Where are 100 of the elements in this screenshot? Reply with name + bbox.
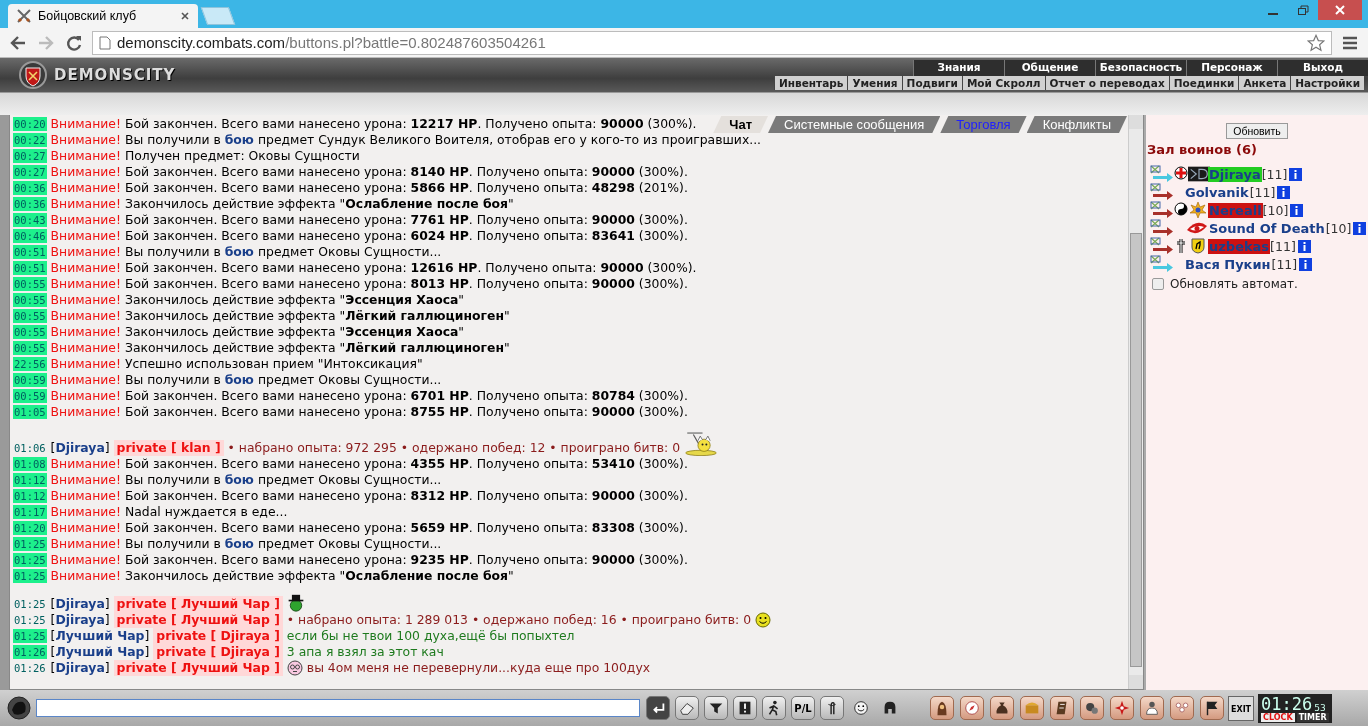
player-level: [11]: [1249, 184, 1276, 200]
bookmark-star-icon[interactable]: [1307, 33, 1325, 52]
battle-link[interactable]: бою: [224, 372, 254, 388]
info-icon[interactable]: [1299, 257, 1313, 271]
sender-name[interactable]: [Djiraya]: [50, 612, 110, 628]
player-level: [11]: [1271, 256, 1298, 272]
clock-tab[interactable]: CLOCK: [1261, 712, 1295, 722]
message-text: Успешно использован прием "Интоксикация": [124, 356, 423, 372]
sender-name[interactable]: [Djiraya]: [50, 596, 110, 612]
page-icon: [99, 35, 111, 50]
info-icon[interactable]: [1277, 185, 1291, 199]
refresh-button[interactable]: Обновить: [1226, 123, 1288, 139]
message-input[interactable]: [36, 699, 640, 717]
message-text: Вы получили в: [124, 536, 221, 552]
message-text: если бы не твои 100 духа,ещё бы попыхтел: [286, 628, 575, 644]
message-text: Бой закончен. Всего вами нанесено урона: 12616 HP. Получено опыта: 90000 (300%).: [124, 260, 697, 276]
treasure-chest-button[interactable]: [1020, 696, 1044, 720]
chat-tab[interactable]: Чат: [713, 116, 768, 133]
hooded-figure-button[interactable]: [930, 696, 954, 720]
chat-tab[interactable]: Конфликты: [1026, 116, 1127, 133]
submenu-link[interactable]: Настройки: [1290, 76, 1364, 90]
player-name[interactable]: Golvanik: [1184, 184, 1250, 200]
person-button[interactable]: [1140, 696, 1164, 720]
cross-icon: [1174, 238, 1187, 254]
sender-name[interactable]: [Лучший Чар]: [50, 628, 150, 644]
gears-button[interactable]: [1080, 696, 1104, 720]
clock-seconds: 53: [1314, 702, 1326, 713]
exit-button[interactable]: EXIT: [1228, 695, 1255, 721]
scrollbar[interactable]: [1128, 115, 1143, 689]
timestamp: 01:17: [13, 505, 47, 519]
submenu-link[interactable]: Поединки: [1168, 76, 1239, 90]
battle-link[interactable]: бою: [224, 132, 254, 148]
scroll-button[interactable]: [1050, 696, 1074, 720]
timestamp: 00:27: [13, 165, 47, 179]
minimize-icon: [1268, 13, 1278, 15]
money-bag-button[interactable]: [990, 696, 1014, 720]
walking-man-button[interactable]: [762, 696, 786, 720]
browser-tab[interactable]: Бойцовский клуб: [8, 4, 198, 28]
sender-name[interactable]: [Djiraya]: [50, 660, 110, 676]
notice-button[interactable]: [733, 696, 757, 720]
message-text: Вы получили в: [124, 472, 221, 488]
submenu-link[interactable]: Анкета: [1238, 76, 1291, 90]
group-button[interactable]: [1170, 696, 1194, 720]
chat-tab[interactable]: Системные сообщения: [768, 116, 941, 133]
compass-icon: [963, 699, 981, 717]
url-text[interactable]: demonscity.combats.com/buttons.pl?battle=0.802487603504261: [117, 34, 546, 51]
info-icon[interactable]: [1297, 239, 1311, 253]
eye-icon: [1186, 220, 1208, 236]
close-icon: [1334, 4, 1346, 16]
info-icon[interactable]: [1353, 221, 1367, 235]
submenu-link[interactable]: Умения: [847, 76, 902, 90]
timestamp: 00:59: [13, 389, 47, 403]
timestamp: 01:25: [13, 613, 47, 627]
message-text: предмет Оковы Сущности...: [257, 372, 442, 388]
message-text: 3 апа я взял за этот кач: [286, 644, 444, 660]
timestamp: 22:56: [13, 357, 47, 371]
sender-name[interactable]: [Djiraya]: [50, 440, 110, 456]
close-button[interactable]: [1318, 0, 1362, 20]
player-name[interactable]: Sound Of Death: [1208, 220, 1326, 236]
alert-label: Внимание!: [50, 340, 121, 356]
shuriken-button[interactable]: [1110, 696, 1134, 720]
submenu-link[interactable]: Подвиги: [901, 76, 962, 90]
palm-button[interactable]: [820, 696, 844, 720]
message-text: Бой закончен. Всего вами нанесено урона: 7761 HP. Получено опыта: 90000 (300%).: [124, 212, 688, 228]
player-name[interactable]: Djiraya: [1208, 166, 1262, 182]
alert-label: Внимание!: [50, 196, 121, 212]
timer-tab[interactable]: TIMER: [1296, 712, 1329, 722]
chat-head-icon[interactable]: [6, 696, 32, 720]
alert-label: Внимание!: [50, 164, 121, 180]
address-field[interactable]: demonscity.combats.com/buttons.pl?battle=0.802487603504261: [92, 30, 1332, 55]
message-text: Nadal нуждается в еде...: [124, 504, 288, 520]
pl-button[interactable]: P/L: [791, 696, 815, 720]
close-tab-icon[interactable]: [180, 11, 190, 21]
sender-name[interactable]: [Лучший Чар]: [50, 644, 150, 660]
player-name[interactable]: Вася Пукин: [1184, 256, 1272, 272]
smiley-icon: [755, 612, 772, 628]
filter-button[interactable]: [704, 696, 728, 720]
site-logo[interactable]: DEMONSCITY: [54, 66, 176, 84]
enter-button[interactable]: [646, 696, 670, 720]
battle-link[interactable]: бою: [224, 244, 254, 260]
checkbox[interactable]: [1152, 278, 1164, 290]
message-text: • набрано опыта: 1 289 013 • одержано побед: 16 • проиграно битв: 0: [286, 612, 752, 628]
battle-link[interactable]: бою: [224, 536, 254, 552]
sun-emblem-icon: [1190, 202, 1206, 218]
message-text: Вы получили в: [124, 372, 221, 388]
info-icon[interactable]: [1289, 167, 1303, 181]
compass-button[interactable]: [960, 696, 984, 720]
eraser-button[interactable]: [675, 696, 699, 720]
submenu-link[interactable]: Мой Скролл: [961, 76, 1045, 90]
submenu-link[interactable]: Инвентарь: [774, 76, 848, 90]
checkbox-label[interactable]: Обновлять автомат.: [1170, 277, 1298, 291]
alert-label: Внимание!: [50, 324, 121, 340]
timestamp: 01:08: [13, 457, 47, 471]
info-icon[interactable]: [1290, 203, 1304, 217]
timestamp: 01:06: [13, 441, 47, 455]
battle-link[interactable]: бою: [224, 472, 254, 488]
flag-button[interactable]: [1200, 696, 1224, 720]
alert-label: Внимание!: [50, 388, 121, 404]
submenu-link[interactable]: Отчет о переводах: [1044, 76, 1169, 90]
message-text: Бой закончен. Всего вами нанесено урона: 8312 HP. Получено опыта: 90000 (300%).: [124, 488, 688, 504]
